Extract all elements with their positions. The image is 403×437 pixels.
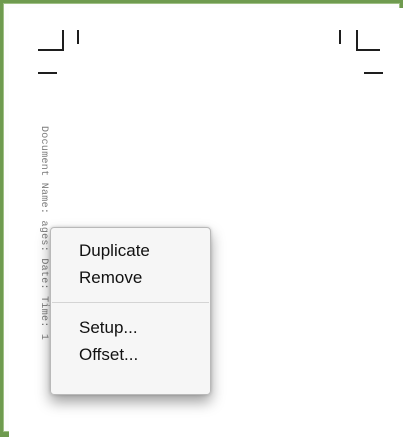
- slug-line-text: Document Name: ages: Date: Time: 1: [38, 126, 49, 341]
- context-menu: Duplicate Remove Setup... Offset...: [50, 227, 211, 395]
- crop-mark-top-left-vertical: [62, 30, 64, 51]
- crop-mark-top-right-vertical: [356, 30, 358, 51]
- menu-item-offset[interactable]: Offset...: [51, 341, 210, 368]
- menu-separator: [52, 302, 209, 303]
- crop-mark-top-right-horizontal: [356, 49, 380, 51]
- crop-mark-top-right-tick-horizontal: [364, 72, 383, 74]
- crop-mark-top-left-horizontal: [38, 49, 62, 51]
- menu-item-remove[interactable]: Remove: [51, 264, 210, 291]
- menu-item-duplicate[interactable]: Duplicate: [51, 237, 210, 264]
- menu-item-setup[interactable]: Setup...: [51, 314, 210, 341]
- crop-mark-top-left-tick-horizontal: [38, 72, 57, 74]
- crop-mark-top-right-tick-vertical: [339, 30, 341, 44]
- crop-mark-top-left-tick-vertical: [77, 30, 79, 44]
